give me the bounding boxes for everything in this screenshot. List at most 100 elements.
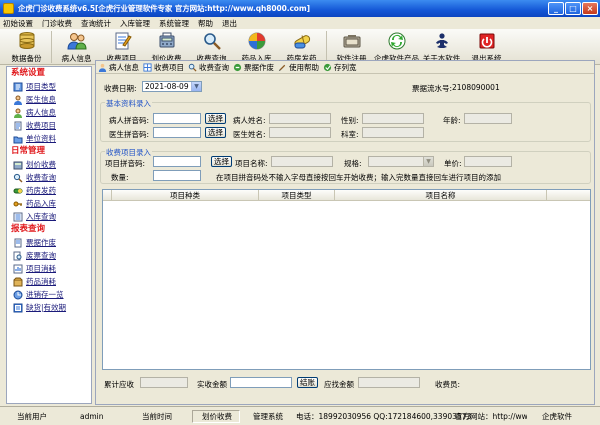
fee-items-grid[interactable]: 项目种类 项目类型 项目名称 — [102, 189, 591, 370]
app-icon — [3, 3, 14, 14]
chevron-down-icon[interactable]: ▼ — [423, 157, 433, 166]
chevron-down-icon[interactable]: ▼ — [191, 82, 201, 91]
menu-stock-in[interactable]: 入库管理 — [120, 18, 150, 29]
menu-system[interactable]: 系统管理 — [159, 18, 189, 29]
cashier-label: 收费员: — [435, 380, 461, 389]
nav-item-patient-info[interactable]: 病人信息 — [7, 106, 91, 119]
item-select-button[interactable]: 选择 — [211, 156, 232, 167]
book-icon — [13, 303, 23, 312]
toolbar-pricing-charge-button[interactable]: 划价收费 — [144, 29, 189, 64]
software-register-icon — [343, 35, 360, 48]
menu-init-settings[interactable]: 初始设置 — [3, 18, 33, 29]
nav-item-inventory-overview[interactable]: 进销存一览 — [7, 288, 91, 301]
subtool-void-receipt-button[interactable]: 票据作废 — [233, 62, 274, 73]
nav-item-void-receipt[interactable]: 票据作废 — [7, 236, 91, 249]
toolbar-qihu-products-button[interactable]: 企虎软件产品 — [374, 29, 419, 64]
current-user-label: 当前用户 — [17, 412, 47, 421]
nav-item-item-consumption[interactable]: 项目消耗 — [7, 262, 91, 275]
nav-item-drug-stock-in[interactable]: 药品入库 — [7, 197, 91, 210]
price-field — [464, 156, 512, 167]
close-button[interactable]: × — [582, 2, 598, 15]
subtool-fee-query-button[interactable]: 收费查询 — [188, 62, 229, 73]
subtool-patient-info-button[interactable]: 病人信息 — [98, 62, 139, 73]
menu-outpatient-charge[interactable]: 门诊收费 — [42, 18, 72, 29]
nav-group-daily-management: 日常管理 — [11, 146, 46, 156]
window-controls: _ □ × — [548, 2, 598, 15]
search-document-icon — [13, 251, 22, 260]
settle-button[interactable]: 结账 — [297, 377, 318, 388]
item-code-input[interactable] — [153, 156, 201, 167]
grid-header: 项目种类 项目类型 项目名称 — [103, 190, 590, 201]
nav-item-shortage-expiry[interactable]: 缺货|有效期 — [7, 301, 91, 314]
nav-item-pricing-charge[interactable]: 划价收费 — [7, 158, 91, 171]
spec-dropdown[interactable]: ▼ — [368, 156, 434, 167]
pill-icon — [13, 188, 23, 193]
status-bar: 当前用户 admin 当前时间 划价收费 管理系统 电话：18992030956… — [0, 406, 600, 425]
doctor-select-button[interactable]: 选择 — [205, 127, 226, 138]
pricing-charge-icon — [159, 32, 174, 48]
doctor-name-label: 医生姓名: — [233, 130, 266, 139]
maximize-button[interactable]: □ — [565, 2, 581, 15]
nav-item-drug-consumption[interactable]: 药品消耗 — [7, 275, 91, 288]
toolbar-exit-system-button[interactable]: 退出系统 — [464, 29, 509, 64]
item-name-field — [271, 156, 333, 167]
menu-query-stats[interactable]: 查询统计 — [81, 18, 111, 29]
column-header-item-type[interactable]: 项目类型 — [259, 190, 335, 201]
nav-item-stock-in-query[interactable]: 入库查询 — [7, 210, 91, 223]
patient-icon — [14, 108, 22, 118]
nav-item-doctor-info[interactable]: 医生信息 — [7, 93, 91, 106]
toolbar-pharmacy-dispense-button[interactable]: 药房发药 — [279, 29, 324, 64]
person-icon — [98, 63, 107, 72]
quantity-input[interactable] — [153, 170, 201, 181]
doctor-name-field — [269, 127, 331, 138]
column-header-item-category[interactable]: 项目种类 — [112, 190, 259, 201]
toolbar-fee-items-button[interactable]: 收费项目 — [99, 29, 144, 64]
item-code-label: 项目拼音码: — [105, 159, 146, 168]
list-icon — [13, 212, 23, 221]
doctor-code-input[interactable] — [153, 127, 201, 138]
toolbar-software-register-button[interactable]: 软件注册 — [329, 29, 374, 64]
official-website: 官方网站：http://www.qh8000.com — [455, 412, 527, 421]
subtool-fee-items-button[interactable]: 收费项目 — [143, 62, 184, 73]
notebook-icon — [13, 82, 23, 91]
column-header-item-name[interactable]: 项目名称 — [335, 190, 547, 201]
gender-field — [362, 113, 424, 124]
nav-item-project-type[interactable]: 项目类型 — [7, 80, 91, 93]
database-backup-icon — [19, 32, 34, 49]
nav-item-fee-items[interactable]: 收费项目 — [7, 119, 91, 132]
sub-toolbar: 病人信息 收费项目 收费查询 票据作废 使用帮助 存列宽 — [96, 61, 594, 74]
age-field — [464, 113, 512, 124]
left-navigation: 系统设置 项目类型 医生信息 病人信息 收费项目 单位资料 日常管理 划价收费 … — [6, 66, 92, 404]
toolbar-drug-stock-in-button[interactable]: 药品入库 — [234, 29, 279, 64]
receipt-label: 票据流水号: — [412, 84, 453, 93]
report-icon — [13, 264, 23, 273]
toolbar-patient-info-button[interactable]: 病人信息 — [54, 29, 99, 64]
doctor-code-label: 医生拼音码: — [109, 130, 150, 139]
subtool-save-column-width-button[interactable]: 存列宽 — [323, 62, 357, 73]
pharmacy-dispense-icon — [293, 35, 310, 49]
patient-code-input[interactable] — [153, 113, 201, 124]
about-software-icon — [435, 33, 448, 48]
exit-system-icon — [479, 33, 494, 49]
toolbar-data-backup-button[interactable]: 数据备份 — [4, 29, 49, 64]
patient-select-button[interactable]: 选择 — [205, 113, 226, 124]
change-amount-label: 应找金额 — [324, 380, 354, 389]
minimize-button[interactable]: _ — [548, 2, 564, 15]
company-name: 企虎软件 — [542, 412, 572, 421]
menu-help[interactable]: 帮助 — [198, 18, 213, 29]
fee-item-legend: 收费项目录入 — [105, 147, 152, 158]
fee-date-picker[interactable]: 2021-08-09 ▼ — [142, 81, 202, 92]
void-icon — [233, 63, 242, 71]
nav-item-unit-info[interactable]: 单位资料 — [7, 132, 91, 145]
nav-item-void-query[interactable]: 废票查询 — [7, 249, 91, 262]
nav-item-fee-query[interactable]: 收费查询 — [7, 171, 91, 184]
toolbar-about-software-button[interactable]: 关于本软件 — [419, 29, 464, 64]
subtool-help-button[interactable]: 使用帮助 — [278, 62, 319, 73]
change-amount-field — [358, 377, 420, 388]
paid-amount-input[interactable] — [230, 377, 292, 388]
toolbar-fee-query-button[interactable]: 收费查询 — [189, 29, 234, 64]
menu-exit[interactable]: 退出 — [222, 18, 237, 29]
nav-item-pharmacy-dispense[interactable]: 药房发药 — [7, 184, 91, 197]
calculator-icon — [13, 161, 23, 169]
contact-info: 电话：18992030956 QQ:172184600,33903573 — [296, 412, 472, 421]
